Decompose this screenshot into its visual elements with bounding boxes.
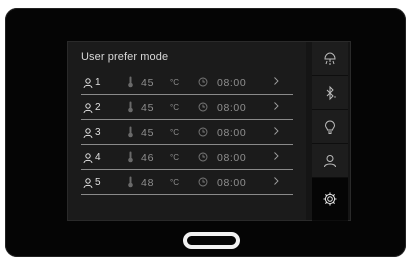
temperature-unit: °C [170, 128, 179, 137]
user-profile-icon [324, 154, 336, 167]
time-value: 08:00 [217, 177, 247, 189]
user-number: 5 [95, 177, 101, 188]
time-value: 08:00 [217, 152, 247, 164]
shower-icon [324, 51, 336, 65]
temperature-value: 46 [141, 152, 155, 164]
user-icon [83, 178, 93, 188]
time-value: 08:00 [217, 102, 247, 114]
device-frame: User prefer mode 1 45 °C 08:00 2 45 °C 0… [5, 8, 406, 257]
clock-icon [198, 177, 208, 187]
user-number: 4 [95, 152, 101, 163]
thermometer-icon [128, 101, 133, 113]
user-number: 1 [95, 77, 101, 88]
light-button[interactable] [312, 110, 348, 144]
chevron-right-icon[interactable] [271, 76, 281, 86]
time-value: 08:00 [217, 77, 247, 89]
user-profile-button[interactable] [312, 144, 348, 178]
user-prefer-panel: User prefer mode 1 45 °C 08:00 2 45 °C 0… [68, 42, 306, 220]
temperature-value: 48 [141, 177, 155, 189]
time-value: 08:00 [217, 127, 247, 139]
user-icon [83, 78, 93, 88]
user-row-1[interactable]: 1 45 °C 08:00 [81, 72, 293, 95]
settings-button[interactable] [312, 178, 348, 221]
temperature-value: 45 [141, 127, 155, 139]
thermometer-icon [128, 76, 133, 88]
user-row-4[interactable]: 4 46 °C 08:00 [81, 147, 293, 170]
bluetooth-button[interactable] [312, 76, 348, 110]
clock-icon [198, 127, 208, 137]
user-row-2[interactable]: 2 45 °C 08:00 [81, 97, 293, 120]
lightbulb-icon [324, 119, 336, 134]
shower-mode-button[interactable] [312, 42, 348, 76]
user-icon [83, 153, 93, 163]
panel-title: User prefer mode [81, 51, 169, 63]
clock-icon [198, 77, 208, 87]
mode-sidebar [312, 42, 348, 221]
chevron-right-icon[interactable] [271, 151, 281, 161]
user-row-5[interactable]: 5 48 °C 08:00 [81, 172, 293, 195]
temperature-value: 45 [141, 77, 155, 89]
temperature-unit: °C [170, 78, 179, 87]
temperature-unit: °C [170, 178, 179, 187]
user-row-3[interactable]: 3 45 °C 08:00 [81, 122, 293, 145]
temperature-unit: °C [170, 153, 179, 162]
gear-icon [323, 192, 337, 206]
chevron-right-icon[interactable] [271, 101, 281, 111]
thermometer-icon [128, 176, 133, 188]
clock-icon [198, 102, 208, 112]
thermometer-icon [128, 126, 133, 138]
temperature-unit: °C [170, 103, 179, 112]
temperature-value: 45 [141, 102, 155, 114]
home-button[interactable] [183, 232, 240, 249]
user-number: 2 [95, 102, 101, 113]
user-number: 3 [95, 127, 101, 138]
chevron-right-icon[interactable] [271, 176, 281, 186]
clock-icon [198, 152, 208, 162]
thermometer-icon [128, 151, 133, 163]
chevron-right-icon[interactable] [271, 126, 281, 136]
user-icon [83, 103, 93, 113]
touch-screen: User prefer mode 1 45 °C 08:00 2 45 °C 0… [67, 41, 351, 221]
user-icon [83, 128, 93, 138]
bluetooth-icon [326, 85, 336, 100]
